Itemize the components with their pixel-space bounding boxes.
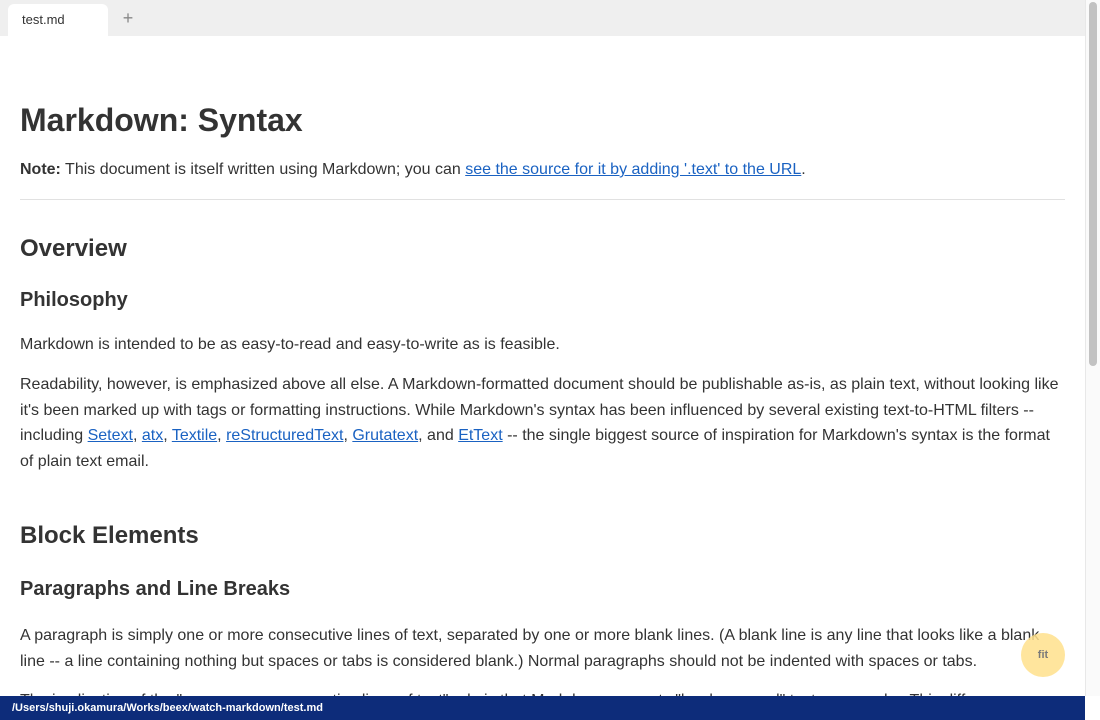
heading-block-elements: Block Elements [20, 522, 199, 549]
file-path: /Users/shuji.okamura/Works/beex/watch-ma… [12, 702, 323, 714]
intro-paragraph: Markdown is intended to be as easy-to-re… [20, 335, 560, 353]
plus-icon: + [122, 8, 134, 28]
scrollbar-thumb[interactable] [1089, 2, 1097, 366]
document-title: Markdown: Syntax [20, 102, 303, 138]
setext-link[interactable]: Setext [88, 427, 133, 444]
note-label: Note: [20, 161, 61, 178]
note-text: This document is itself written using Ma… [60, 161, 466, 178]
divider [20, 198, 1065, 200]
separator: , [163, 427, 172, 444]
status-bar: /Users/shuji.okamura/Works/beex/watch-ma… [0, 696, 1085, 720]
heading-paragraphs-line-breaks: Paragraphs and Line Breaks [20, 578, 291, 600]
heading-overview: Overview [20, 234, 127, 262]
heading-philosophy: Philosophy [20, 288, 128, 311]
separator: , [132, 427, 142, 444]
fit-label: fit [1037, 649, 1049, 661]
implication-paragraph: The implication of the "one or more cons… [20, 688, 1065, 696]
readability-paragraph: Readability, however, is emphasized abov… [20, 372, 1065, 474]
add-tab-button[interactable]: + [118, 6, 138, 30]
grutatext-link[interactable]: Grutatext [352, 427, 418, 444]
ettext-link[interactable]: EtText [458, 427, 502, 444]
tab-label: test.md [22, 12, 65, 27]
vertical-scrollbar[interactable] [1085, 0, 1100, 696]
paragraph-definition: A paragraph is simply one or more consec… [20, 627, 1040, 670]
restructuredtext-link[interactable]: reStructuredText [226, 427, 343, 444]
note-text-end: . [801, 161, 806, 178]
separator: , [343, 427, 353, 444]
separator: , and [418, 427, 459, 444]
source-link[interactable]: see the source for it by adding '.text' … [465, 161, 801, 178]
atx-link[interactable]: atx [142, 427, 163, 444]
markdown-preview: Markdown: Syntax Note: This document is … [20, 36, 1065, 696]
textile-link[interactable]: Textile [172, 427, 217, 444]
fit-button[interactable]: fit [1021, 633, 1065, 677]
separator: , [217, 427, 227, 444]
tab-bar: test.md + [0, 0, 1085, 36]
tab-test-md[interactable]: test.md [8, 4, 108, 36]
note-paragraph: Note: This document is itself written us… [20, 157, 1065, 183]
